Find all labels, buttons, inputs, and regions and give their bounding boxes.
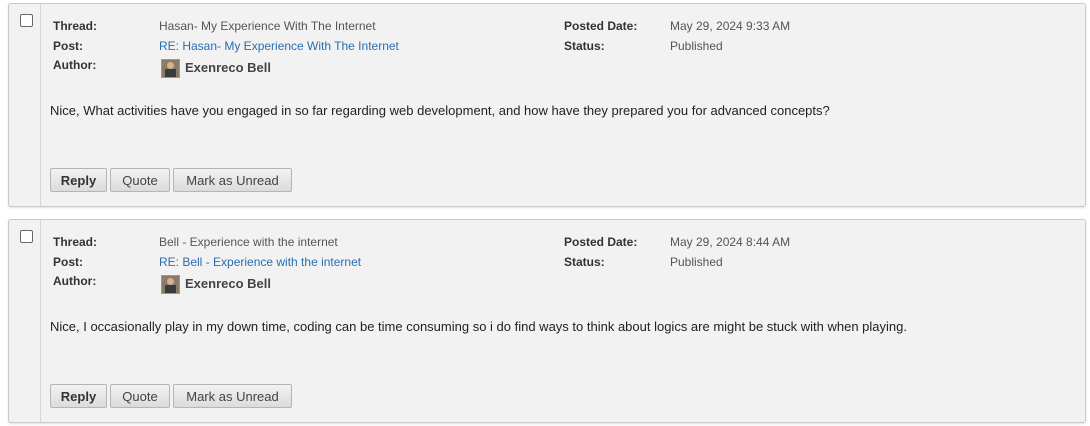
post-message: Nice, What activities have you engaged i… [50,103,830,118]
reply-button[interactable]: Reply [50,384,107,408]
post-label: Post: [53,255,83,269]
author-label: Author: [53,274,97,288]
post-link[interactable]: RE: Bell - Experience with the internet [159,255,361,269]
select-column [9,4,41,206]
quote-button[interactable]: Quote [110,168,170,192]
post-label: Post: [53,39,83,53]
posted-date-label: Posted Date: [564,19,638,33]
post-link[interactable]: RE: Hasan- My Experience With The Intern… [159,39,399,53]
author-label: Author: [53,58,97,72]
select-checkbox[interactable] [20,14,33,27]
select-column [9,220,41,422]
status-value: Published [670,255,723,269]
posted-date-value: May 29, 2024 8:44 AM [670,235,791,249]
author-name: Exenreco Bell [185,60,271,75]
posted-date-value: May 29, 2024 9:33 AM [670,19,791,33]
thread-label: Thread: [53,235,98,249]
reply-button[interactable]: Reply [50,168,107,192]
mark-unread-button[interactable]: Mark as Unread [173,168,292,192]
post-card: Thread: Bell - Experience with the inter… [8,219,1086,423]
status-label: Status: [564,39,605,53]
post-message: Nice, I occasionally play in my down tim… [50,319,907,334]
post-card: Thread: Hasan- My Experience With The In… [8,3,1086,207]
mark-unread-button[interactable]: Mark as Unread [173,384,292,408]
thread-label: Thread: [53,19,98,33]
author-name: Exenreco Bell [185,276,271,291]
posted-date-label: Posted Date: [564,235,638,249]
thread-value: Hasan- My Experience With The Internet [159,19,376,33]
status-label: Status: [564,255,605,269]
quote-button[interactable]: Quote [110,384,170,408]
author-avatar [161,59,180,78]
thread-value: Bell - Experience with the internet [159,235,338,249]
author-avatar [161,275,180,294]
status-value: Published [670,39,723,53]
select-checkbox[interactable] [20,230,33,243]
